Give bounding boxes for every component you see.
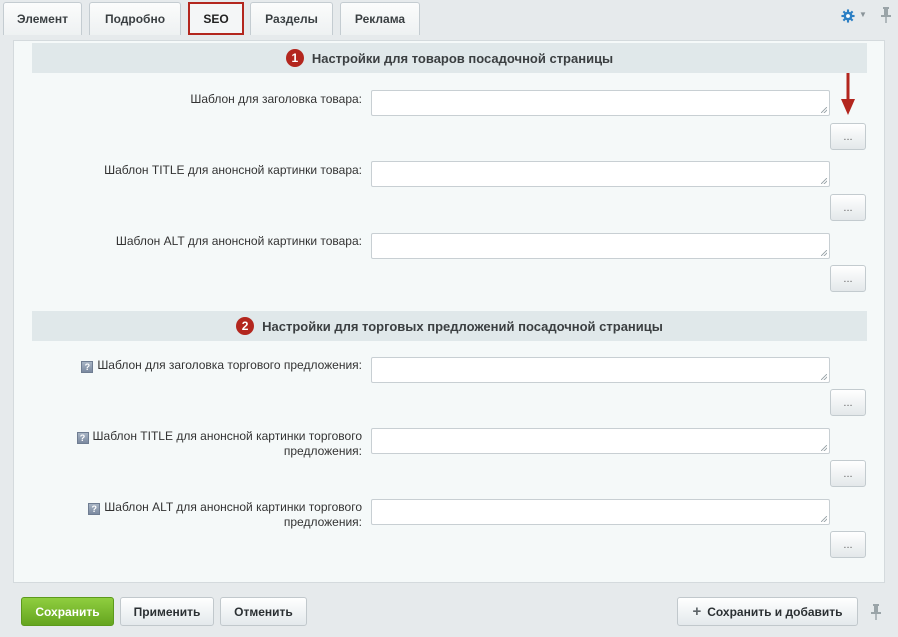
tab-label: Реклама (354, 12, 406, 26)
tab-bar: Элемент Подробно SEO Разделы Реклама ▼ (0, 0, 898, 40)
field-label-text: предложения: (283, 444, 362, 458)
gear-icon[interactable] (841, 9, 855, 23)
button-label: Сохранить и добавить (707, 604, 843, 619)
section-title: Настройки для торговых предложений посад… (262, 318, 663, 334)
offer-image-alt-template-input[interactable] (371, 499, 830, 525)
field-label: Шаблон ALT для анонсной картинки товара: (115, 234, 362, 248)
help-icon[interactable]: ? (81, 361, 94, 373)
field-label: Шаблон для заголовка товара: (190, 92, 362, 106)
tab-label: Разделы (265, 12, 318, 26)
insert-macro-button[interactable]: ... (830, 123, 866, 150)
section-header-products: 1 Настройки для товаров посадочной стран… (32, 43, 867, 73)
insert-macro-button[interactable]: ... (830, 265, 866, 292)
button-label: ... (843, 130, 853, 143)
cancel-button[interactable]: Отменить (220, 597, 307, 626)
pin-icon[interactable] (870, 604, 882, 620)
button-label: Отменить (234, 604, 293, 619)
chevron-down-icon[interactable]: ▼ (859, 10, 867, 19)
pin-icon[interactable] (880, 7, 892, 23)
product-image-title-template-input[interactable] (371, 161, 830, 187)
tab-label: Подробно (104, 12, 166, 26)
save-button[interactable]: Сохранить (21, 597, 114, 626)
product-heading-template-input[interactable] (371, 90, 830, 116)
help-icon[interactable]: ? (88, 503, 101, 515)
section-title: Настройки для товаров посадочной страниц… (311, 50, 614, 66)
tab-sections[interactable]: Разделы (250, 2, 333, 35)
plus-icon: + (692, 603, 702, 620)
button-label: ... (843, 538, 853, 551)
field-label-text: Шаблон TITLE для анонсной картинки торго… (92, 429, 362, 443)
tab-details[interactable]: Подробно (89, 2, 181, 35)
button-label: ... (843, 272, 853, 285)
insert-macro-button[interactable]: ... (830, 531, 866, 558)
button-label: Сохранить (35, 604, 100, 619)
field-label-text: предложения: (283, 515, 362, 529)
offer-heading-template-input[interactable] (371, 357, 830, 383)
button-label: ... (843, 396, 853, 409)
field-label: Шаблон TITLE для анонсной картинки товар… (104, 163, 362, 177)
insert-macro-button[interactable]: ... (830, 460, 866, 487)
insert-macro-button[interactable]: ... (830, 389, 866, 416)
tab-element[interactable]: Элемент (3, 2, 82, 35)
number-badge: 1 (285, 49, 304, 67)
section-header-offers: 2 Настройки для торговых предложений пос… (32, 311, 867, 341)
save-and-add-button[interactable]: + Сохранить и добавить (677, 597, 858, 626)
product-image-alt-template-input[interactable] (371, 233, 830, 259)
button-label: Применить (133, 604, 201, 619)
offer-image-title-template-input[interactable] (371, 428, 830, 454)
field-label: ? Шаблон для заголовка торгового предложе… (81, 358, 362, 373)
field-label-text: Шаблон для заголовка торгового предложен… (97, 358, 362, 372)
tab-seo[interactable]: SEO (188, 2, 244, 35)
button-label: ... (843, 201, 853, 214)
field-label-text: Шаблон ALT для анонсной картинки торгово… (104, 500, 362, 514)
button-label: ... (843, 467, 853, 480)
help-icon[interactable]: ? (76, 432, 89, 444)
field-label: ? Шаблон TITLE для анонсной картинки торг… (76, 429, 362, 459)
field-label: ? Шаблон ALT для анонсной картинки торгов… (88, 500, 362, 530)
tab-advertising[interactable]: Реклама (340, 2, 420, 35)
tab-label: SEO (203, 11, 229, 26)
seo-settings-panel: 1 Настройки для товаров посадочной стран… (13, 40, 885, 583)
insert-macro-button[interactable]: ... (830, 194, 866, 221)
tab-label: Элемент (17, 12, 68, 26)
apply-button[interactable]: Применить (120, 597, 214, 626)
number-badge: 2 (236, 317, 255, 335)
